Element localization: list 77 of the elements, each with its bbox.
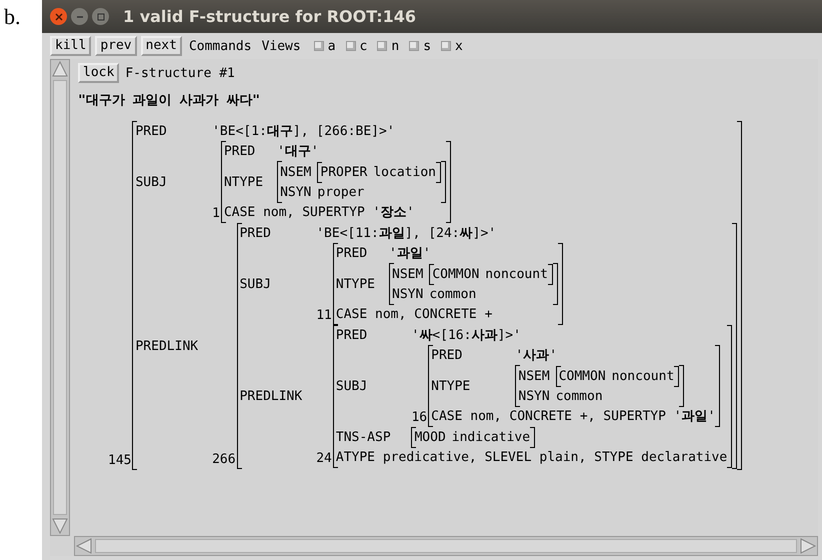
feature-name: COMMON — [432, 266, 480, 284]
checkbox[interactable] — [314, 41, 324, 51]
feature-value: noncount — [612, 368, 674, 386]
feature-value: '사과' — [515, 347, 558, 365]
feature-name: SUBJ — [336, 378, 368, 396]
checkbox[interactable] — [441, 41, 452, 51]
structure-index: 145 — [108, 452, 132, 470]
feature-name: NSEM — [518, 368, 550, 386]
feature-value: proper — [317, 184, 364, 202]
feature-value: 'BE<[1:대구], [266:BE]>' — [212, 123, 395, 141]
feature-value: '대구' — [277, 143, 319, 161]
feature-name: NSYN — [392, 286, 424, 304]
structure-index: 16 — [411, 409, 428, 427]
left-arrow-icon[interactable] — [75, 537, 93, 555]
up-arrow-icon[interactable] — [51, 60, 69, 78]
structure-index: 11 — [316, 307, 333, 325]
feature-name: MOOD — [414, 429, 446, 447]
feature-name: NTYPE — [431, 378, 472, 396]
lock-button[interactable]: lock — [78, 63, 120, 83]
feature-line: CASE nom, SUPERTYP '장소' — [224, 204, 416, 222]
feature-name: COMMON — [558, 368, 606, 386]
checkbox-label: c — [360, 38, 368, 54]
feature-name: NSYN — [280, 184, 312, 202]
feature-name: NSYN — [518, 388, 550, 406]
feature-value: '싸<[16:사과]>' — [411, 327, 521, 345]
checkbox[interactable] — [346, 41, 356, 51]
feature-name: PREDLINK — [135, 338, 198, 356]
menu-item[interactable]: Views — [258, 38, 304, 54]
down-arrow-icon[interactable] — [51, 517, 69, 535]
menu-item[interactable]: Commands — [186, 38, 255, 54]
feature-name: NTYPE — [336, 276, 376, 294]
feature-name: TNS-ASP — [336, 429, 392, 447]
feature-name: PRED — [336, 327, 368, 345]
sentence: "대구가 과일이 사과가 싸다" — [78, 92, 260, 109]
feature-line: CASE nom, CONCRETE +, SUPERTYP '과일' — [431, 408, 716, 426]
minimize-icon[interactable] — [71, 8, 88, 25]
close-icon[interactable] — [50, 8, 67, 25]
right-arrow-icon[interactable] — [799, 537, 817, 555]
checkbox[interactable] — [377, 41, 388, 51]
structure-index: 24 — [316, 450, 333, 468]
toolbar-button[interactable]: prev — [95, 36, 137, 56]
vertical-scrollbar[interactable] — [50, 59, 70, 536]
feature-name: PRED — [336, 245, 368, 263]
feature-line: CASE nom, CONCRETE + — [336, 306, 494, 324]
feature-value: 'BE<[11:과일], [24:싸]>' — [316, 225, 496, 243]
feature-value: noncount — [485, 266, 548, 284]
checkbox-label: a — [328, 38, 336, 54]
feature-name: PRED — [431, 347, 464, 365]
structure-index: 266 — [212, 451, 237, 469]
toolbar-button[interactable]: next — [140, 36, 182, 56]
feature-value: common — [556, 388, 603, 406]
feature-name: SUBJ — [135, 174, 168, 192]
feature-name: PRED — [224, 143, 256, 161]
checkbox[interactable] — [409, 41, 420, 51]
structure-index: 1 — [212, 205, 221, 223]
feature-name: NTYPE — [224, 174, 264, 192]
feature-name: PREDLINK — [240, 388, 302, 406]
feature-name: NSEM — [280, 164, 312, 182]
feature-name: NSEM — [392, 266, 424, 284]
horizontal-scrollbar[interactable] — [74, 536, 818, 556]
window-title: 1 valid F-structure for ROOT:146 — [123, 7, 416, 26]
figure-label: b. — [3, 3, 22, 31]
maximize-icon[interactable] — [92, 8, 109, 25]
checkbox-label: s — [423, 38, 432, 54]
feature-value: '과일' — [389, 245, 431, 263]
checkbox-label: x — [455, 38, 463, 54]
feature-value: location — [373, 164, 436, 182]
toolbar-button[interactable]: kill — [50, 36, 92, 56]
feature-name: PROPER — [320, 164, 368, 182]
feature-name: PRED — [240, 225, 272, 243]
feature-name: SUBJ — [240, 276, 272, 294]
structure-heading: F-structure #1 — [125, 66, 235, 80]
feature-line: ATYPE predicative, SLEVEL plain, STYPE declarative — [336, 449, 728, 467]
checkbox-label: n — [391, 38, 400, 54]
feature-value: indicative — [452, 429, 530, 447]
feature-value: common — [429, 286, 476, 304]
feature-name: PRED — [135, 123, 168, 141]
